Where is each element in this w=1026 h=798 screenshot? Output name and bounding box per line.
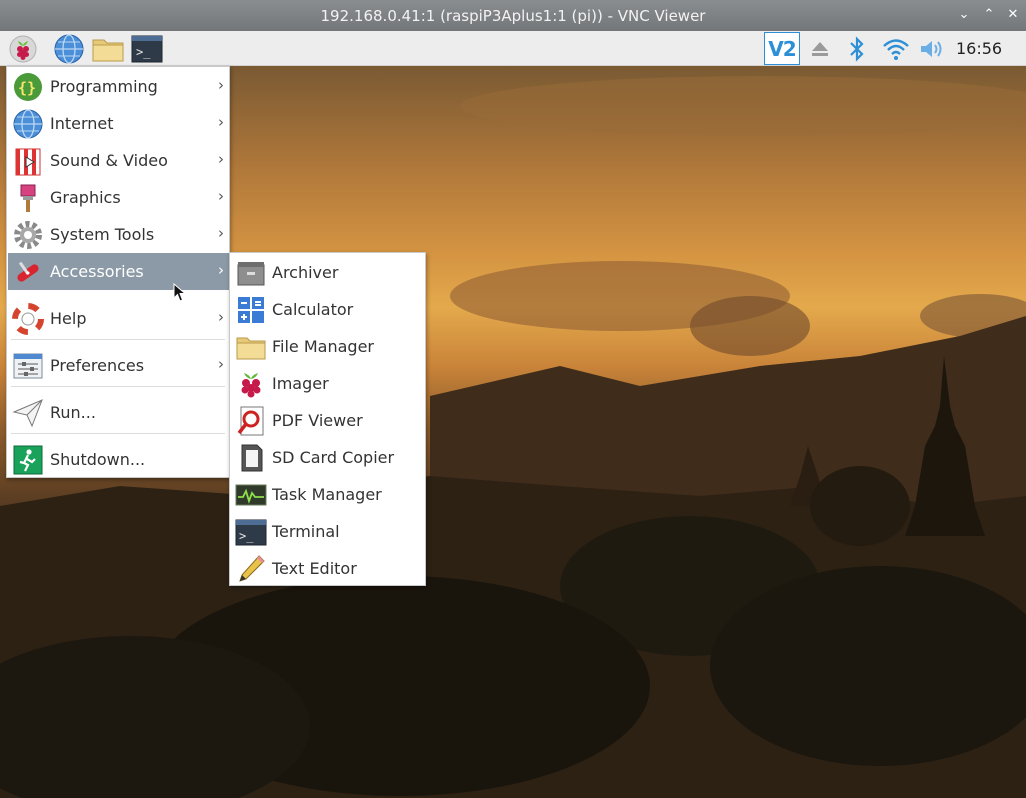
raspberry-icon — [9, 35, 37, 62]
menu-item-run[interactable]: Run... — [8, 394, 230, 431]
accessories-submenu: Archiver Calculator File Manager Imager — [229, 252, 426, 586]
wifi-icon — [883, 38, 909, 60]
globe-icon — [13, 109, 43, 139]
terminal-icon: >_ — [131, 35, 163, 62]
menu-item-help[interactable]: Help › — [8, 300, 230, 337]
globe-icon — [54, 33, 84, 64]
submenu-item-task-manager[interactable]: Task Manager — [231, 476, 426, 513]
menu-item-graphics[interactable]: Graphics › — [8, 179, 230, 216]
maximize-button[interactable]: ⌃ — [980, 6, 998, 24]
submenu-arrow: › — [218, 308, 224, 326]
window-title: 192.168.0.41:1 (raspiP3Aplus1:1 (pi)) - … — [320, 7, 706, 25]
submenu-item-imager[interactable]: Imager — [231, 365, 426, 402]
lifebuoy-icon — [12, 303, 44, 335]
submenu-arrow: › — [218, 261, 224, 279]
close-button[interactable]: ✕ — [1004, 6, 1022, 24]
menu-item-shutdown[interactable]: Shutdown... — [8, 441, 230, 478]
clock[interactable]: 16:56 — [956, 39, 1002, 58]
minimize-button[interactable]: ⌄ — [955, 6, 973, 24]
menu-item-sound-video[interactable]: Sound & Video › — [8, 142, 230, 179]
calculator-icon — [238, 297, 264, 323]
application-menu: {} Programming › Internet › Sound & Vide… — [6, 66, 230, 478]
submenu-arrow: › — [218, 355, 224, 373]
submenu-arrow: › — [218, 150, 224, 168]
preferences-sliders-icon — [13, 353, 43, 379]
terminal-icon: >_ — [235, 519, 267, 546]
raspberry-menu-button[interactable] — [6, 33, 40, 64]
magnifier-document-icon — [237, 406, 264, 436]
eject-button[interactable] — [806, 33, 834, 64]
popcorn-film-icon — [15, 148, 41, 176]
paintbrush-icon — [20, 184, 36, 212]
menu-item-preferences[interactable]: Preferences › — [8, 347, 230, 384]
sd-card-icon — [241, 444, 263, 472]
vnc-icon: V2 — [768, 36, 796, 61]
activity-monitor-icon — [235, 484, 267, 506]
folder-icon — [92, 39, 124, 61]
web-browser-launcher[interactable] — [52, 33, 86, 64]
svg-text:>_: >_ — [239, 529, 254, 543]
volume-button[interactable] — [917, 33, 949, 64]
eject-icon — [812, 41, 828, 56]
archive-box-icon — [237, 262, 265, 286]
svg-text:{}: {} — [18, 79, 36, 97]
submenu-item-sd-card-copier[interactable]: SD Card Copier — [231, 439, 426, 476]
exit-running-man-icon — [13, 445, 43, 475]
bluetooth-icon — [850, 35, 864, 62]
paper-plane-icon — [12, 399, 43, 428]
menu-separator — [11, 339, 225, 340]
submenu-item-file-manager[interactable]: File Manager — [231, 328, 426, 365]
menu-separator — [11, 386, 225, 387]
menu-item-accessories[interactable]: Accessories › — [8, 253, 230, 290]
submenu-item-calculator[interactable]: Calculator — [231, 291, 426, 328]
submenu-item-pdf-viewer[interactable]: PDF Viewer — [231, 402, 426, 439]
folder-icon — [236, 337, 266, 360]
menu-item-internet[interactable]: Internet › — [8, 105, 230, 142]
submenu-arrow: › — [218, 187, 224, 205]
swiss-knife-icon — [17, 261, 39, 282]
programming-icon: {} — [14, 73, 42, 101]
raspberry-icon — [241, 373, 261, 398]
menu-separator — [11, 433, 225, 434]
wifi-button[interactable] — [880, 33, 912, 64]
menu-item-system-tools[interactable]: System Tools › — [8, 216, 230, 253]
submenu-arrow: › — [218, 224, 224, 242]
submenu-item-text-editor[interactable]: Text Editor — [231, 550, 426, 587]
submenu-item-terminal[interactable]: >_ Terminal — [231, 513, 426, 550]
mouse-pointer-icon — [173, 283, 187, 302]
speaker-icon — [921, 40, 942, 57]
submenu-arrow: › — [218, 113, 224, 131]
vnc-title-bar: 192.168.0.41:1 (raspiP3Aplus1:1 (pi)) - … — [0, 0, 1026, 31]
terminal-launcher[interactable]: >_ — [130, 33, 164, 64]
pencil-icon — [239, 555, 265, 582]
submenu-arrow: › — [218, 76, 224, 94]
menu-item-programming[interactable]: {} Programming › — [8, 68, 230, 105]
submenu-item-archiver[interactable]: Archiver — [231, 254, 426, 291]
file-manager-launcher[interactable] — [90, 33, 126, 64]
gear-icon — [14, 221, 42, 249]
svg-text:>_: >_ — [136, 45, 151, 59]
bluetooth-button[interactable] — [843, 33, 871, 64]
taskbar: >_ V2 16:56 — [0, 31, 1026, 66]
vnc-server-tray-button[interactable]: V2 — [764, 32, 800, 65]
